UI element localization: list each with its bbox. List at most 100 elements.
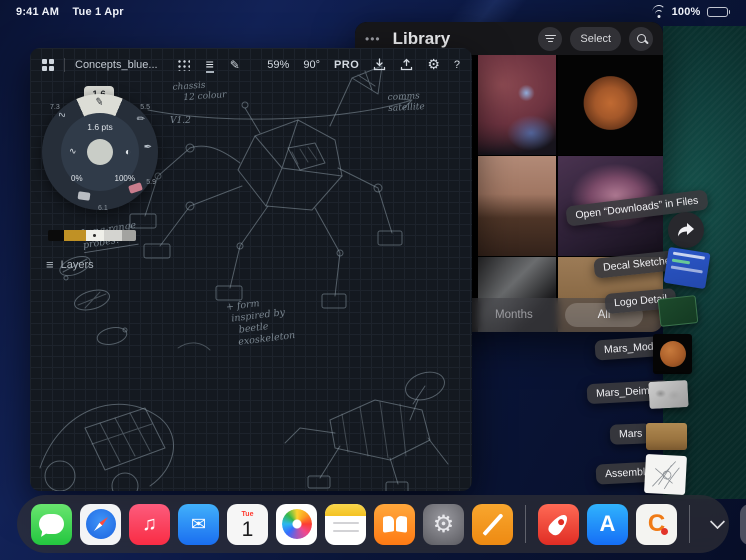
music-note-icon: ♫ — [142, 512, 157, 535]
filter-icon — [544, 33, 556, 44]
status-left: 9:41 AM Tue 1 Apr — [16, 6, 134, 18]
dock-icon-drawing-app[interactable] — [472, 503, 513, 545]
dock-icon-safari[interactable] — [80, 503, 121, 545]
ipad-screen: 9:41 AM Tue 1 Apr 100% ••• Library Selec… — [0, 0, 746, 560]
filter-button[interactable] — [538, 26, 563, 51]
dock-chevron-button[interactable] — [702, 504, 732, 545]
export-icon[interactable] — [400, 58, 413, 71]
envelope-icon: ✉ — [190, 513, 207, 534]
drag-thumb-assembly[interactable] — [644, 453, 687, 496]
opacity-icon: ◐ — [124, 147, 131, 158]
date: Tue 1 Apr — [72, 6, 124, 18]
compass-icon — [85, 509, 116, 539]
swatch-white-selected[interactable] — [86, 230, 104, 241]
dock-icon-music[interactable]: ♫ — [129, 503, 170, 545]
swatch-gray[interactable] — [122, 230, 136, 241]
drag-thumb-decal-sketches[interactable] — [663, 246, 711, 290]
stroke-size-label: 1.6 pts — [87, 122, 113, 132]
chevron-down-icon — [709, 513, 725, 529]
pencil-tool-icon[interactable]: ✎ — [94, 96, 104, 108]
import-icon[interactable] — [373, 58, 386, 71]
concepts-window: Concepts_blue... ≡ ✎ 59% 90° PRO ⚙ ? 1.6 — [30, 48, 472, 491]
dock-icon-concepts[interactable]: C — [636, 503, 677, 545]
photo-mars-desert[interactable] — [478, 156, 556, 256]
drag-thumb-logo-detail[interactable] — [657, 295, 699, 327]
dock-divider — [525, 505, 526, 543]
dock-icon-rocket-app[interactable] — [538, 503, 579, 545]
concepts-dot — [661, 527, 668, 535]
gear-icon: ⚙ — [432, 510, 455, 538]
library-title: Library — [392, 28, 451, 48]
ring-size-4: 6.1 — [98, 205, 108, 212]
dock-icon-app-store[interactable]: A — [587, 503, 628, 545]
opacity-max-label: 100% — [114, 174, 135, 183]
photos-flower-icon — [281, 509, 312, 539]
opacity-min-label: 0% — [71, 174, 83, 183]
color-palette-strip[interactable] — [48, 230, 136, 241]
dock-icon-photos[interactable] — [276, 503, 317, 545]
layers-button[interactable]: ≡ Layers — [38, 253, 102, 276]
segment-months[interactable]: Months — [495, 309, 533, 321]
help-button[interactable]: ? — [454, 59, 460, 71]
dock-icon-mail[interactable]: ✉ — [178, 503, 219, 545]
status-bar: 9:41 AM Tue 1 Apr 100% — [0, 0, 746, 24]
share-arrow-button[interactable] — [668, 212, 704, 248]
drag-thumb-mars-deimos[interactable] — [648, 379, 689, 410]
status-right: 100% — [652, 4, 730, 18]
settings-gear-icon[interactable]: ⚙ — [427, 56, 440, 73]
nib-tool-icon[interactable]: ✒ — [144, 142, 152, 153]
photo-mars-globe[interactable] — [558, 55, 663, 155]
battery-icon — [706, 7, 730, 17]
tool-wheel[interactable]: 1.6 ✎ ∿ ✏ ✒ 7.3 5.5 5.9 6.1 1.6 pts ∿ ◐ … — [38, 86, 162, 216]
swatch-black[interactable] — [48, 230, 64, 241]
dock-icon-messages[interactable] — [31, 503, 72, 545]
dock-icon-settings[interactable]: ⚙ — [423, 503, 464, 545]
tool-wheel-center[interactable] — [87, 139, 113, 165]
annotation-chassis: chassis 12 colour — [172, 80, 227, 104]
notes-line — [332, 529, 359, 532]
ring-size-3: 5.9 — [146, 179, 156, 186]
knife-blade-icon — [481, 512, 504, 536]
tool-wheel-ring[interactable]: ✎ ∿ ✏ ✒ 7.3 5.5 5.9 6.1 1.6 pts ∿ ◐ 0% 1… — [42, 94, 158, 212]
calendar-day: 1 — [241, 517, 254, 541]
annotation-version: V1.2 — [170, 116, 191, 126]
pro-badge[interactable]: PRO — [334, 59, 359, 71]
pen-mode-icon[interactable]: ✎ — [230, 58, 240, 72]
annotation-beetle: + form inspired by beetle exoskeleton — [225, 298, 296, 348]
document-title[interactable]: Concepts_blue... — [75, 59, 158, 71]
layers-label: Layers — [60, 258, 94, 271]
ring-size-2: 5.5 — [140, 104, 150, 111]
workspace-grid-icon[interactable] — [42, 58, 54, 71]
dock-divider — [689, 505, 690, 543]
window-controls-icon[interactable]: ••• — [365, 32, 381, 46]
swatch-gold[interactable] — [64, 230, 86, 241]
notes-line — [332, 521, 359, 524]
dock: ♫ ✉ Tue 1 ⚙ A C — [17, 495, 746, 553]
dock-icon-calendar[interactable]: Tue 1 — [227, 503, 268, 545]
app-store-a-icon: A — [599, 511, 616, 536]
drag-thumb-mars-model[interactable] — [653, 334, 692, 374]
layers-icon: ≡ — [46, 257, 54, 272]
zoom-level[interactable]: 59% — [267, 59, 289, 71]
ring-size-1: 7.3 — [50, 104, 60, 111]
precision-grid-icon[interactable] — [175, 58, 190, 71]
fill-tool-chip[interactable] — [77, 191, 91, 201]
pink-swatch-chip[interactable] — [128, 182, 143, 194]
tool-wheel-inner[interactable]: 1.6 pts ∿ ◐ 0% 100% — [61, 113, 139, 191]
search-button[interactable] — [629, 26, 653, 51]
select-button[interactable]: Select — [570, 26, 621, 51]
dock-icon-notes[interactable] — [325, 503, 366, 545]
message-bubble-icon — [39, 514, 64, 534]
rocket-icon — [546, 511, 571, 537]
swatch-lightgray[interactable] — [104, 230, 122, 241]
search-icon — [636, 34, 646, 43]
drag-thumb-mars[interactable] — [646, 423, 687, 450]
notes-header-strip — [325, 503, 366, 516]
forward-arrow-icon — [678, 223, 694, 237]
photo-nebula-horsehead[interactable] — [478, 55, 556, 155]
clock: 9:41 AM — [16, 6, 60, 18]
layers-view-icon[interactable]: ≡ — [205, 57, 214, 73]
rotation-angle[interactable]: 90° — [303, 59, 320, 71]
dock-icon-app-library[interactable] — [740, 503, 746, 545]
dock-icon-books[interactable] — [374, 503, 415, 545]
